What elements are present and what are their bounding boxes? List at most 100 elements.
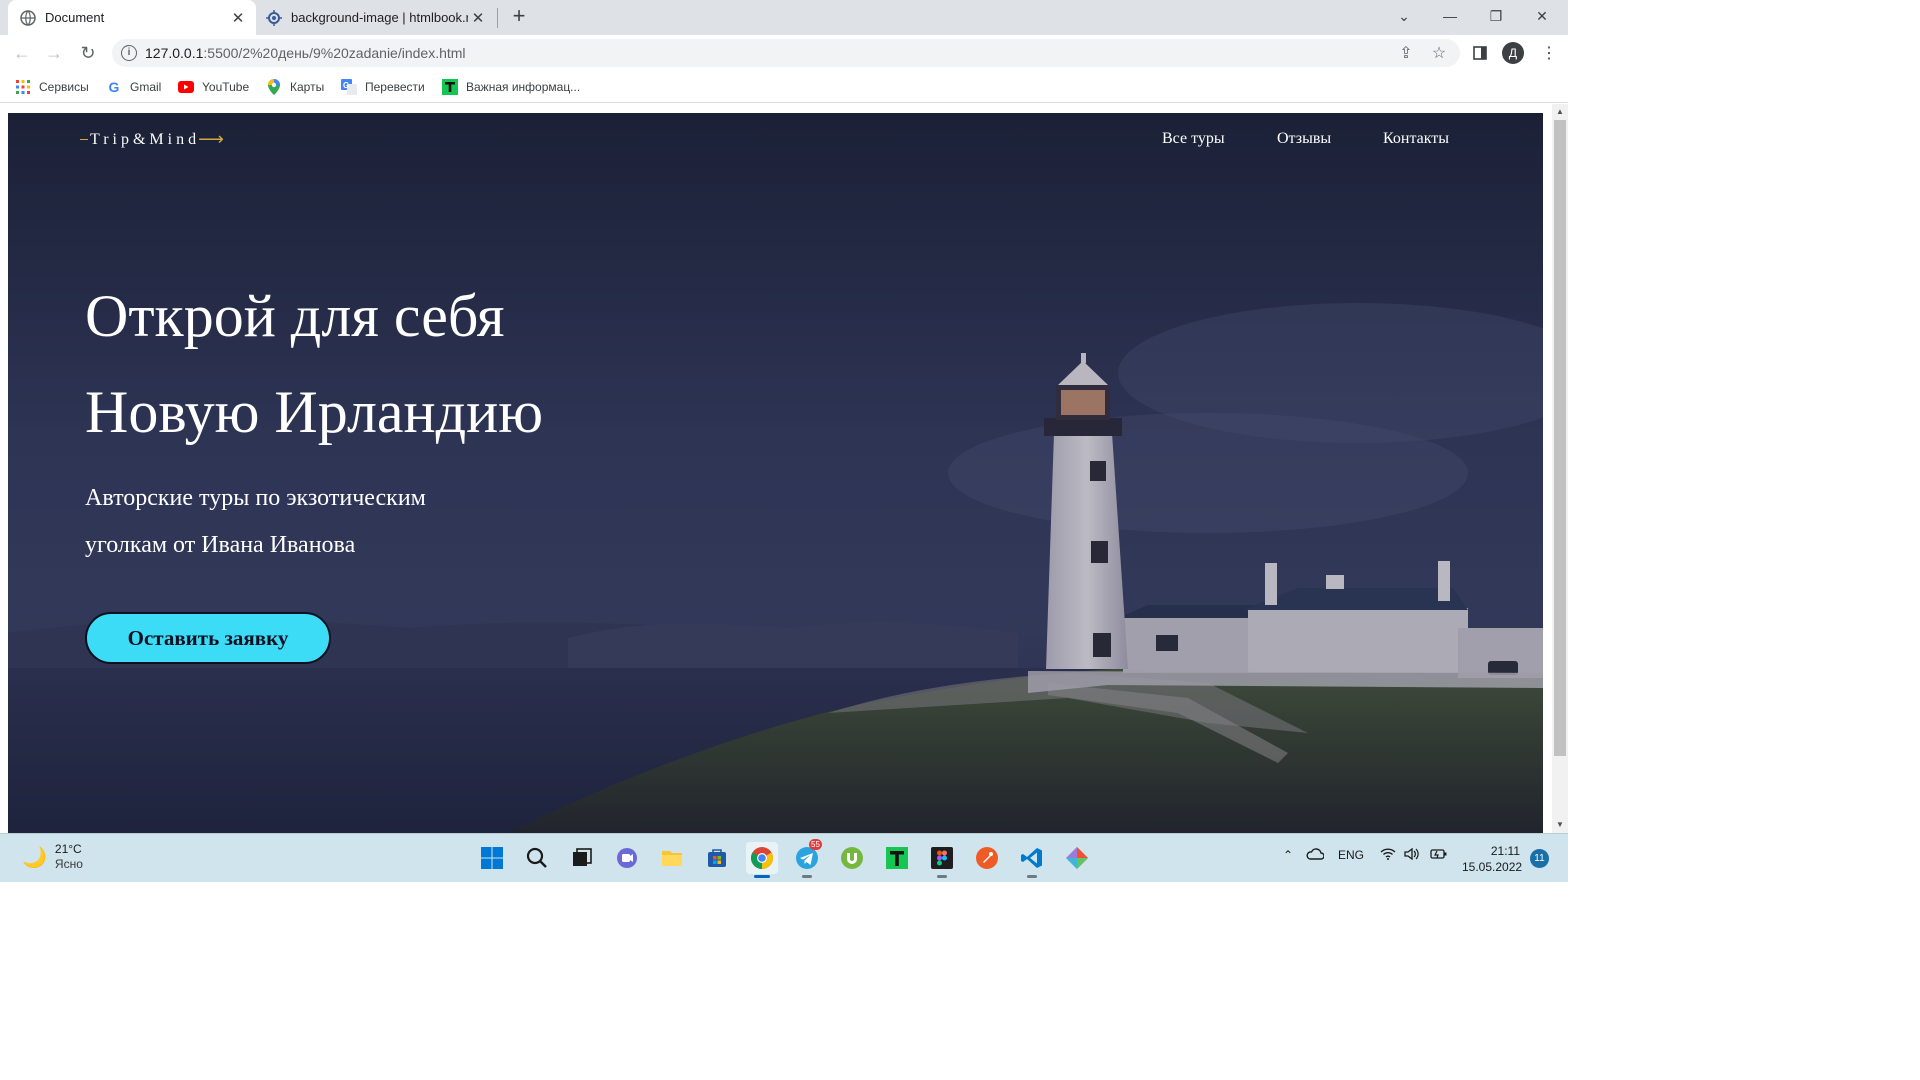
translate-icon: G [341, 79, 357, 95]
subtitle-line-1: Авторские туры по экзотическим [85, 485, 426, 511]
logo-dash-decoration [80, 138, 88, 141]
bookmark-label: Сервисы [39, 80, 89, 94]
onedrive-cloud-icon[interactable] [1306, 848, 1325, 863]
clock-date: 15.05.2022 [1462, 860, 1523, 874]
bookmark-youtube[interactable]: YouTube [178, 78, 249, 96]
scroll-up-arrow-icon[interactable]: ▲ [1552, 104, 1568, 120]
maps-icon [266, 79, 282, 95]
svg-text:G: G [343, 81, 349, 90]
running-app-indicator [937, 875, 947, 878]
globe-icon [20, 9, 36, 26]
file-explorer-icon[interactable] [656, 842, 688, 874]
bookmark-label: YouTube [202, 80, 250, 94]
figma-icon[interactable] [926, 842, 958, 878]
language-indicator[interactable]: ENG [1338, 848, 1364, 862]
bookmark-label: Gmail [130, 80, 162, 94]
bookmark-label: Важная информац... [466, 80, 581, 94]
system-clock[interactable]: 21:11 15.05.2022 [1462, 843, 1523, 875]
restore-button[interactable]: ❐ [1473, 0, 1519, 32]
telegram-badge: 55 [809, 839, 822, 850]
tab-document[interactable]: Document ✕ [8, 0, 256, 35]
tab-title: background-image | htmlbook.ru [291, 10, 468, 25]
site-logo[interactable]: Trip&Mind ⟶ [80, 129, 224, 150]
nav-all-tours[interactable]: Все туры [1162, 130, 1225, 148]
bookmark-gmail[interactable]: G Gmail [106, 78, 162, 96]
address-bar[interactable]: i 127.0.0.1:5500/2%20день/9%20zadanie/in… [112, 39, 1460, 67]
close-tab-icon[interactable]: ✕ [468, 8, 488, 28]
store-icon[interactable] [701, 842, 733, 874]
weather-temperature: 21°C [54, 842, 82, 856]
tilda-icon[interactable] [881, 842, 913, 874]
subtitle-line-2: уголкам от Ивана Иванова [85, 532, 356, 558]
close-tab-icon[interactable]: ✕ [228, 8, 248, 28]
new-tab-button[interactable]: + [508, 5, 530, 28]
volume-icon[interactable] [1404, 847, 1420, 863]
running-app-indicator [802, 875, 812, 878]
submit-request-button[interactable]: Оставить заявку [85, 612, 331, 664]
share-icon[interactable]: ⇪ [1396, 43, 1416, 63]
weather-condition: Ясно [54, 857, 83, 871]
show-hidden-icons-chevron-icon[interactable]: ⌃ [1283, 848, 1293, 862]
task-view-icon[interactable] [566, 842, 598, 874]
battery-icon[interactable] [1430, 848, 1448, 863]
back-button[interactable]: ← [9, 40, 35, 66]
active-app-indicator [754, 875, 770, 878]
notification-badge[interactable]: 11 [1530, 849, 1549, 868]
running-app-indicator [1027, 875, 1037, 878]
page-scrollbar[interactable]: ▲ ▼ [1552, 104, 1568, 833]
wifi-icon[interactable] [1380, 848, 1396, 863]
bookmarks-bar: Сервисы G Gmail YouTube Карты G Перевест… [0, 71, 1568, 103]
bookmark-label: Перевести [365, 80, 425, 94]
forward-button[interactable]: → [41, 40, 67, 66]
hero-subtitle: Авторские туры по экзотическим уголкам о… [85, 475, 426, 569]
tab-title: Document [45, 10, 105, 25]
bookmark-translate[interactable]: G Перевести [341, 78, 425, 96]
search-icon[interactable] [521, 842, 553, 874]
teams-chat-icon[interactable] [611, 842, 643, 874]
nav-reviews[interactable]: Отзывы [1277, 130, 1331, 148]
bookmark-maps[interactable]: Карты [266, 78, 324, 96]
bookmark-services[interactable]: Сервисы [15, 78, 89, 96]
hero-headline: Открой для себя Новую Ирландию [85, 268, 543, 460]
scroll-down-arrow-icon[interactable]: ▼ [1552, 817, 1568, 833]
page-viewport: Trip&Mind ⟶ Все туры Отзывы Контакты Отк… [0, 104, 1568, 833]
menu-dots-icon[interactable]: ⋮ [1536, 40, 1562, 66]
youtube-icon [178, 79, 194, 95]
utorrent-icon[interactable] [836, 842, 868, 874]
htmlbook-icon [266, 9, 282, 26]
logo-text: Trip&Mind [90, 130, 201, 148]
postman-icon[interactable] [971, 842, 1003, 874]
profile-avatar[interactable]: Д [1502, 42, 1524, 64]
site-info-icon[interactable]: i [121, 45, 137, 61]
windows-start-icon[interactable] [476, 842, 508, 874]
tab-htmlbook[interactable]: background-image | htmlbook.ru ✕ [256, 0, 496, 35]
reload-button[interactable]: ↻ [75, 40, 101, 66]
vscode-icon[interactable] [1016, 842, 1048, 878]
windows-taskbar: 🌙 21°C Ясно 55 ⌃ ENG 21:11 15.05.2022 11 [0, 833, 1568, 882]
hero-section: Trip&Mind ⟶ Все туры Отзывы Контакты Отк… [8, 113, 1543, 833]
chrome-icon[interactable] [746, 842, 778, 878]
side-panel-icon[interactable] [1467, 40, 1493, 66]
browser-toolbar: ← → ↻ i 127.0.0.1:5500/2%20день/9%20zada… [0, 35, 1568, 71]
url-text[interactable]: 127.0.0.1:5500/2%20день/9%20zadanie/inde… [145, 45, 466, 61]
telegram-icon[interactable]: 55 [791, 839, 823, 878]
weather-widget[interactable]: 🌙 21°C Ясно [22, 842, 83, 872]
headline-line-1: Открой для себя [85, 283, 505, 349]
close-window-button[interactable]: ✕ [1519, 0, 1565, 32]
bookmark-important-info[interactable]: Важная информац... [442, 78, 580, 96]
lighthouse-background-image [8, 113, 1543, 833]
bookmark-star-icon[interactable]: ☆ [1429, 43, 1449, 63]
tilda-icon [442, 79, 458, 95]
minimize-button[interactable]: — [1427, 0, 1473, 32]
tab-strip: Document ✕ background-image | htmlbook.r… [0, 0, 1568, 35]
arrow-right-icon: ⟶ [198, 129, 224, 149]
tab-search-icon[interactable]: ⌄ [1381, 0, 1427, 32]
tab-separator [497, 8, 498, 28]
scrollbar-thumb[interactable] [1554, 120, 1566, 756]
moon-icon: 🌙 [22, 846, 47, 869]
google-icon: G [108, 79, 120, 95]
git-icon[interactable] [1061, 842, 1093, 874]
bookmark-label: Карты [290, 80, 325, 94]
nav-contacts[interactable]: Контакты [1383, 130, 1449, 148]
headline-line-2: Новую Ирландию [85, 379, 544, 445]
